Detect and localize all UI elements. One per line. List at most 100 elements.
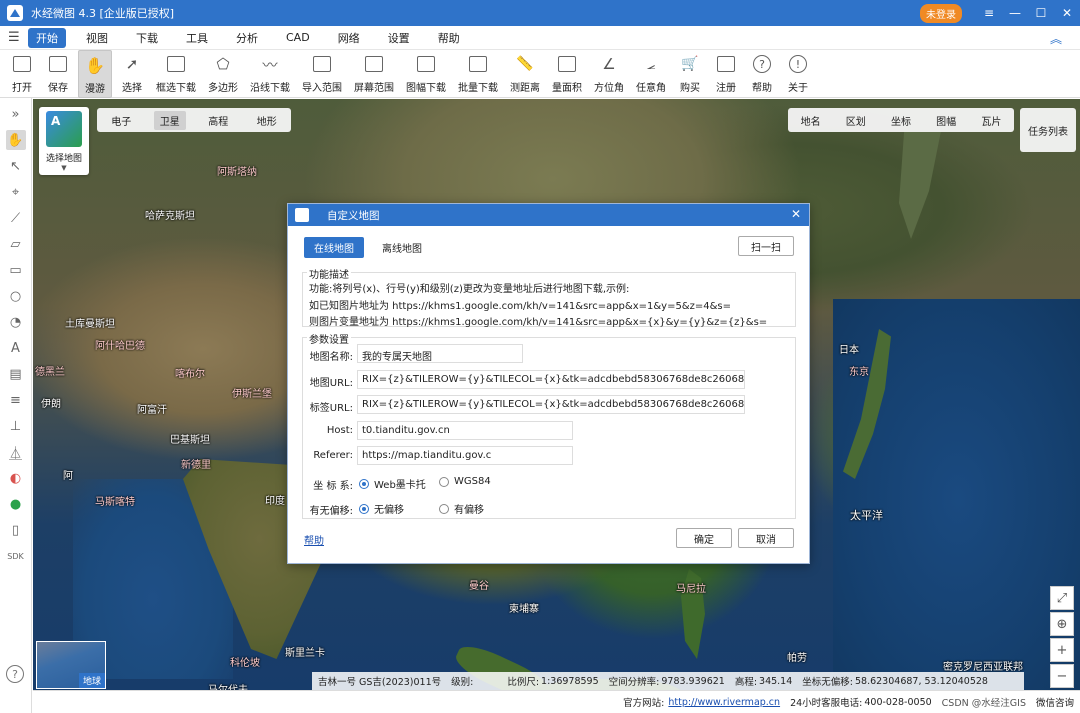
zoom-out-icon[interactable]: − bbox=[1050, 664, 1074, 688]
cart-icon: 🛒 bbox=[681, 56, 699, 72]
scan-button[interactable]: 扫一扫 bbox=[738, 236, 794, 256]
ok-button[interactable]: 确定 bbox=[676, 528, 732, 548]
custom-map-dialog: 自定义地图 ✕ 在线地图 离线地图 扫一扫 功能描述 功能:将列号(x)、行号(… bbox=[287, 203, 810, 564]
cancel-button[interactable]: 取消 bbox=[738, 528, 794, 548]
polygon-button[interactable]: ⬠ 多边形 bbox=[204, 50, 242, 96]
locate-icon[interactable]: ⊕ bbox=[1050, 612, 1074, 636]
elevation-label: 高程: bbox=[734, 677, 758, 688]
draw-rect-icon[interactable]: ▭ bbox=[6, 260, 26, 280]
sheet-download-button[interactable]: 图幅下载 bbox=[402, 50, 450, 96]
minimap[interactable]: 地球 bbox=[36, 641, 106, 689]
expand-icon[interactable]: » bbox=[6, 104, 26, 124]
collapse-ribbon-icon[interactable]: ︽ bbox=[1050, 30, 1062, 47]
overlay-sheet[interactable]: 图幅 bbox=[936, 113, 956, 128]
minimize-icon[interactable]: — bbox=[1002, 6, 1028, 20]
hamburger-icon[interactable]: ☰ bbox=[8, 30, 28, 45]
draw-line-icon[interactable]: ⟋ bbox=[6, 208, 26, 228]
task-list-button[interactable]: 任务列表 bbox=[1020, 108, 1076, 152]
open-button[interactable]: 打开 bbox=[6, 50, 38, 96]
layer-switch[interactable]: 选择地图 ▼ bbox=[39, 107, 89, 175]
map-type-terrain[interactable]: 地形 bbox=[251, 111, 283, 130]
fullscreen-icon[interactable]: ⤢ bbox=[1050, 586, 1074, 610]
help-button[interactable]: ? 帮助 bbox=[746, 50, 778, 96]
measure-tool-icon[interactable]: ▤ bbox=[6, 364, 26, 384]
globe-tool-icon[interactable]: ◐ bbox=[6, 468, 26, 488]
select-button[interactable]: ➚ 选择 bbox=[116, 50, 148, 96]
text-tool-icon[interactable]: A bbox=[6, 338, 26, 358]
tab-offline-map[interactable]: 离线地图 bbox=[372, 237, 432, 258]
radio-wgs84[interactable]: WGS84 bbox=[439, 476, 491, 487]
azimuth-button[interactable]: ∠ 方位角 bbox=[590, 50, 628, 96]
overlay-district[interactable]: 区划 bbox=[846, 113, 866, 128]
import-range-button[interactable]: 导入范围 bbox=[298, 50, 346, 96]
line-download-button[interactable]: 〰沿线下载 bbox=[246, 50, 294, 96]
measure-area-button[interactable]: 量面积 bbox=[548, 50, 586, 96]
menu-download[interactable]: 下载 bbox=[128, 28, 166, 48]
menu-tools[interactable]: 工具 bbox=[178, 28, 216, 48]
tab-online-map[interactable]: 在线地图 bbox=[304, 237, 364, 258]
dialog-logo-icon bbox=[295, 208, 309, 222]
measure-distance-button[interactable]: 📏 测距离 bbox=[506, 50, 544, 96]
folder-icon bbox=[10, 52, 34, 76]
save-button[interactable]: 保存 bbox=[42, 50, 74, 96]
menu-cad[interactable]: CAD bbox=[278, 29, 318, 46]
radio-web-mercator[interactable]: Web墨卡托 bbox=[359, 476, 426, 491]
help-circle-icon[interactable]: ? bbox=[6, 665, 24, 683]
dialog-help-link[interactable]: 帮助 bbox=[304, 532, 324, 547]
close-icon[interactable]: ✕ bbox=[1054, 6, 1080, 20]
draw-point-icon[interactable]: ⌖ bbox=[6, 182, 26, 202]
zoom-in-icon[interactable]: + bbox=[1050, 638, 1074, 662]
rect-download-button[interactable]: 框选下载 bbox=[152, 50, 200, 96]
wechat-consult[interactable]: 微信咨询 bbox=[1036, 695, 1074, 709]
menu-view[interactable]: 视图 bbox=[78, 28, 116, 48]
tag-url-input[interactable]: RIX={z}&TILEROW={y}&TILECOL={x}&tk=adcdb… bbox=[357, 395, 745, 414]
register-button[interactable]: 注册 bbox=[710, 50, 742, 96]
radio-no-offset[interactable]: 无偏移 bbox=[359, 501, 404, 516]
dialog-close-icon[interactable]: ✕ bbox=[791, 207, 801, 221]
parameters-legend: 参数设置 bbox=[307, 331, 351, 346]
map-type-vector[interactable]: 电子 bbox=[105, 111, 137, 130]
map-label: 柬埔寨 bbox=[509, 604, 539, 615]
radio-has-offset[interactable]: 有偏移 bbox=[439, 501, 484, 516]
maximize-icon[interactable]: ☐ bbox=[1028, 6, 1054, 20]
draw-polygon-icon[interactable]: ▱ bbox=[6, 234, 26, 254]
menu-settings[interactable]: 设置 bbox=[380, 28, 418, 48]
sdk-icon[interactable]: SDK bbox=[6, 546, 26, 566]
pan-button[interactable]: ✋ 漫游 bbox=[78, 50, 112, 98]
overlay-coordinate[interactable]: 坐标 bbox=[891, 113, 911, 128]
website-link[interactable]: http://www.rivermap.cn bbox=[668, 697, 780, 708]
menu-analysis[interactable]: 分析 bbox=[228, 28, 266, 48]
map-label: 巴基斯坦 bbox=[170, 435, 210, 446]
login-button[interactable]: 未登录 bbox=[920, 3, 962, 23]
map-label: 日本 bbox=[839, 345, 859, 356]
map-label: 斯里兰卡 bbox=[285, 648, 325, 659]
link-tool-icon[interactable]: ● bbox=[6, 494, 26, 514]
menu-icon[interactable]: ≡ bbox=[976, 6, 1002, 20]
elevation-tool-icon[interactable]: ⊥ bbox=[6, 416, 26, 436]
map-name-input[interactable]: 我的专属天地图 bbox=[357, 344, 523, 363]
layers-tool-icon[interactable]: ≡ bbox=[6, 390, 26, 410]
angle-button[interactable]: ⦟ 任意角 bbox=[632, 50, 670, 96]
phone-tool-icon[interactable]: ▯ bbox=[6, 520, 26, 540]
referer-input[interactable]: https://map.tianditu.gov.c bbox=[357, 446, 573, 465]
overlay-tile[interactable]: 瓦片 bbox=[981, 113, 1001, 128]
map-type-elevation[interactable]: 高程 bbox=[202, 111, 234, 130]
profile-tool-icon[interactable]: ⏅ bbox=[6, 442, 26, 462]
map-label: 阿斯塔纳 bbox=[217, 167, 257, 178]
host-input[interactable]: t0.tianditu.gov.cn bbox=[357, 421, 573, 440]
map-url-input[interactable]: RIX={z}&TILEROW={y}&TILECOL={x}&tk=adcdb… bbox=[357, 370, 745, 389]
buy-button[interactable]: 🛒 购买 bbox=[674, 50, 706, 96]
map-type-satellite[interactable]: 卫星 bbox=[153, 110, 186, 130]
overlay-placename[interactable]: 地名 bbox=[801, 113, 821, 128]
menu-start[interactable]: 开始 bbox=[28, 27, 66, 48]
menu-network[interactable]: 网络 bbox=[330, 28, 368, 48]
screen-range-button[interactable]: 屏幕范围 bbox=[350, 50, 398, 96]
hand-icon: ✋ bbox=[85, 55, 105, 75]
select-tool-icon[interactable]: ↖ bbox=[6, 156, 26, 176]
draw-arc-icon[interactable]: ◔ bbox=[6, 312, 26, 332]
pan-tool-icon[interactable]: ✋ bbox=[5, 130, 26, 150]
menu-help[interactable]: 帮助 bbox=[430, 28, 468, 48]
about-button[interactable]: ! 关于 bbox=[782, 50, 814, 96]
draw-circle-icon[interactable]: ○ bbox=[6, 286, 26, 306]
batch-download-button[interactable]: 批量下载 bbox=[454, 50, 502, 96]
